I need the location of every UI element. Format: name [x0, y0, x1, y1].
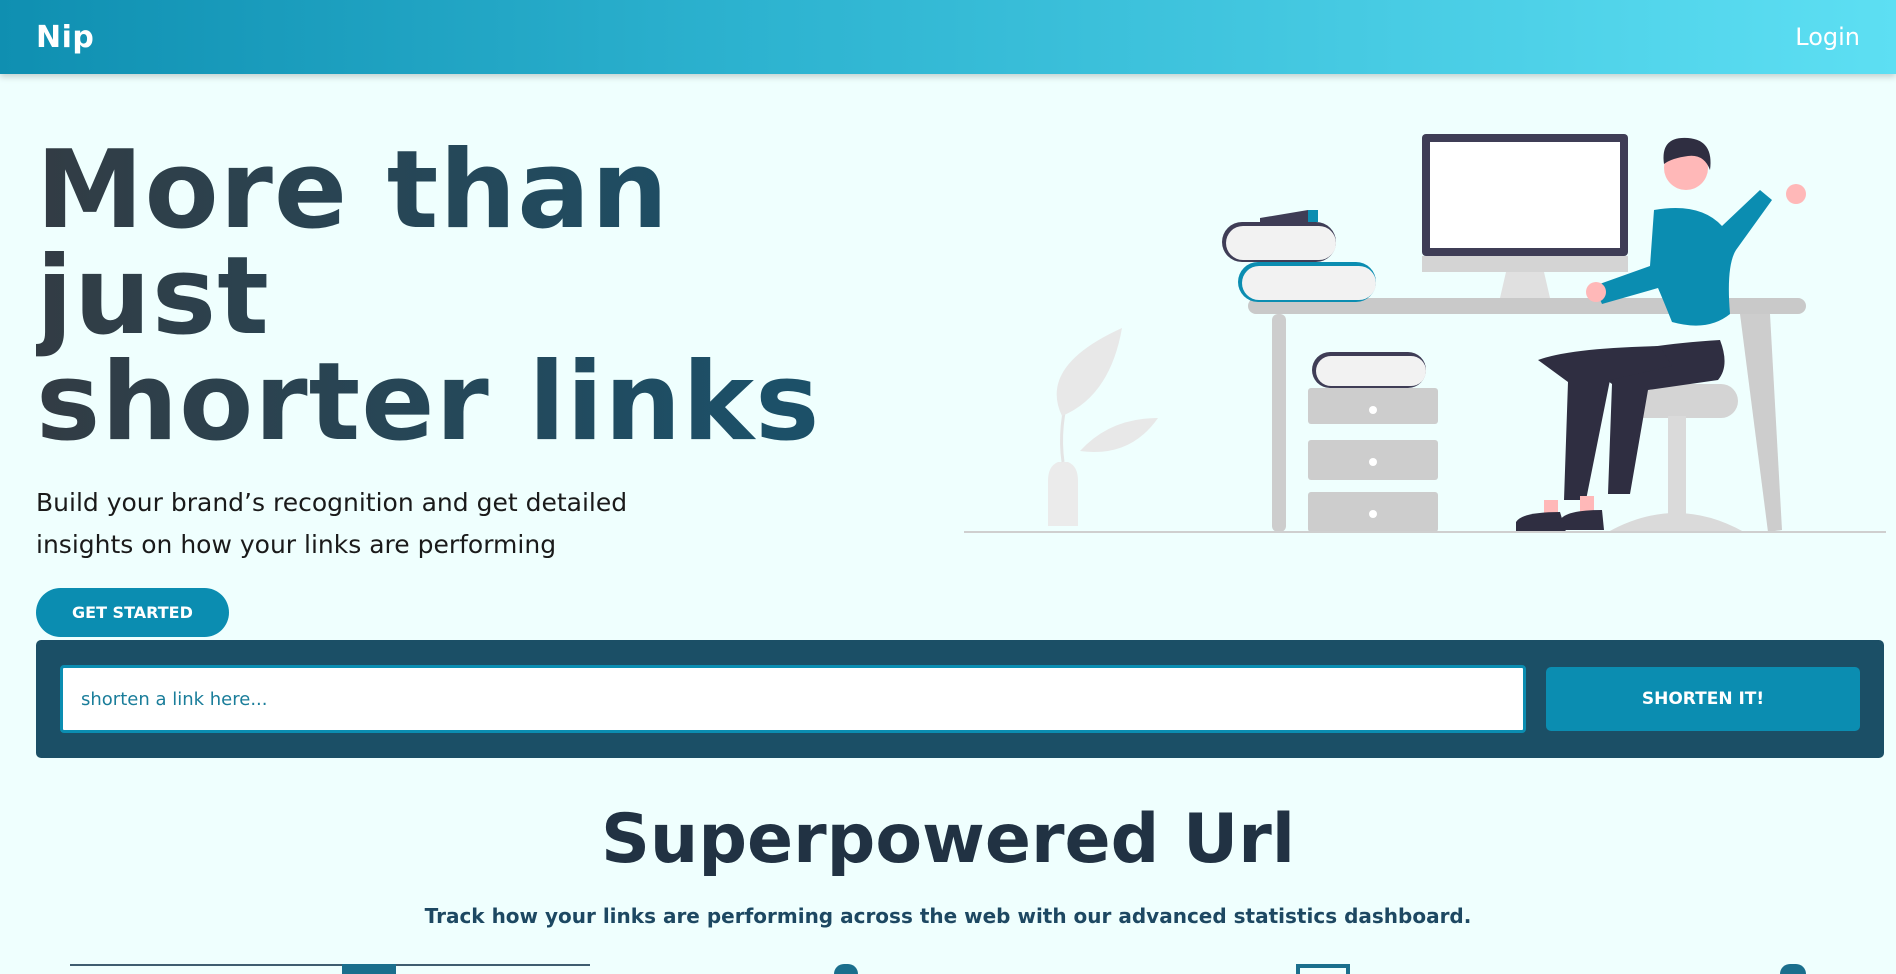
login-link[interactable]: Login: [1795, 23, 1860, 51]
brand-icon: [834, 964, 858, 974]
shortener-panel: SHORTEN IT!: [36, 640, 1884, 758]
hero-title-line2: shorter links: [36, 340, 821, 465]
hero-description-line2: insights on how your links are performin…: [36, 530, 557, 559]
hero-illustration: [964, 134, 1886, 533]
get-started-button[interactable]: GET STARTED: [36, 588, 229, 637]
hero-description: Build your brand’s recognition and get d…: [36, 482, 676, 566]
feature-card-edge: [70, 964, 590, 974]
features-subtitle: Track how your links are performing acro…: [424, 904, 1472, 928]
plant-illustration: [1048, 328, 1158, 526]
monitor-illustration: [1422, 134, 1628, 298]
brand-logo[interactable]: Nip: [36, 20, 94, 55]
analytics-icon: [1780, 964, 1806, 974]
navbar: Nip Login: [0, 0, 1896, 74]
hero-description-line1: Build your brand’s recognition and get d…: [36, 488, 628, 517]
features-title: Superpowered Url: [600, 800, 1296, 879]
qr-icon: [1296, 964, 1350, 974]
hero-section: More than just shorter links Build your …: [36, 138, 936, 637]
link-input[interactable]: [60, 665, 1526, 733]
hero-title-line1: More than just: [36, 128, 670, 359]
chart-icon: [342, 964, 396, 974]
shorten-button[interactable]: SHORTEN IT!: [1546, 667, 1860, 731]
hero-title: More than just shorter links: [36, 138, 936, 456]
